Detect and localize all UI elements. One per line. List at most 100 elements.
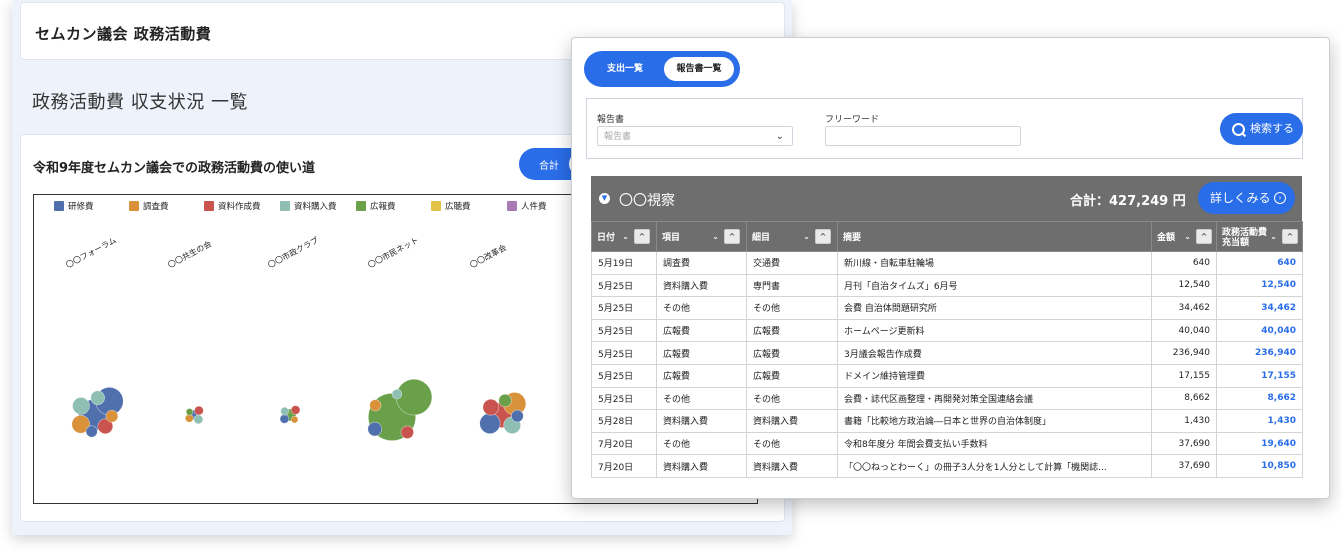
bubble[interactable]	[395, 378, 433, 416]
group-total: 合計：427,249 円	[1070, 194, 1186, 209]
cell-summary: 会費・誌代区画整理・再開発対策全国連絡会議	[837, 386, 1152, 411]
cell-date: 5月25日	[591, 296, 657, 320]
cell-amount: 640	[1151, 251, 1217, 275]
cell-allocated: 8,662	[1216, 386, 1303, 411]
cell-summary: 新川線・自転車駐輪場	[837, 251, 1152, 275]
bubble[interactable]	[369, 399, 382, 412]
chevron-down-icon[interactable]: ▼	[599, 193, 610, 204]
col-amount-header[interactable]: 金額 ⌄ ^	[1151, 221, 1217, 252]
cell-summary: 書籍「比較地方政治論―日本と世界の自治体制度」	[837, 409, 1152, 433]
bubble[interactable]	[290, 405, 301, 415]
col-summary-label: 摘要	[843, 233, 862, 243]
tab-report-list[interactable]: 報告書一覧	[664, 57, 734, 81]
sort-up-icon[interactable]: ^	[1196, 229, 1212, 244]
table-row[interactable]: 5月25日 資料購入費 専門書 月刊「自治タイムズ」6月号 12,540 12,540	[591, 273, 1303, 298]
table-row[interactable]: 5月25日 広報費 広報費 3月議会報告作成費 236,940 236,940	[591, 341, 1303, 365]
cell-subitem: 資料購入費	[746, 409, 838, 433]
detail-button-label: 詳しくみる	[1210, 191, 1271, 205]
detail-button[interactable]: 詳しくみる ›	[1198, 182, 1295, 214]
chevron-down-icon: ⌄	[803, 232, 810, 241]
col-item-header[interactable]: 項目 ⌄ ^	[656, 221, 747, 252]
table-row[interactable]: 5月25日 その他 その他 会費 自治体問題研究所 34,462 34,462	[591, 296, 1303, 320]
sort-up-icon[interactable]: ^	[815, 229, 831, 244]
cell-date: 7月20日	[591, 454, 657, 478]
report-select[interactable]: 報告書 ⌄	[597, 126, 793, 146]
bubble[interactable]	[185, 408, 194, 416]
table-row[interactable]: 5月25日 広報費 広報費 ドメイン維持管理費 17,155 17,155	[591, 363, 1303, 388]
sort-control[interactable]: ⌄ ^	[712, 229, 740, 244]
cell-allocated: 1,430	[1216, 409, 1303, 433]
cell-date: 5月25日	[591, 318, 657, 343]
cell-item: その他	[656, 431, 747, 456]
table-row[interactable]: 7月20日 その他 その他 令和8年度分 年間会費支払い手数料 37,690 19,640	[591, 431, 1303, 456]
sort-control[interactable]: ⌄ ^	[1184, 229, 1212, 244]
table-row[interactable]: 5月25日 その他 その他 会費・誌代区画整理・再開発対策全国連絡会議 8,662 8,6…	[591, 386, 1303, 411]
cell-item: 広報費	[656, 318, 747, 343]
bubble[interactable]	[391, 388, 403, 400]
expense-list-window: 支出一覧 報告書一覧 報告書 報告書 ⌄ フリーワード 検索する ▼ 〇〇視察 …	[571, 37, 1330, 499]
table-row[interactable]: 7月20日 資料購入費 資料購入費 「〇〇ねっとわーく」の冊子3人分を1人分として計算…	[591, 454, 1303, 478]
search-button[interactable]: 検索する	[1220, 113, 1303, 145]
cell-date: 5月25日	[591, 386, 657, 411]
cell-date: 5月25日	[591, 363, 657, 388]
cell-allocated: 236,940	[1216, 341, 1303, 365]
sort-up-icon[interactable]: ^	[724, 229, 740, 244]
cell-amount: 17,155	[1151, 363, 1217, 388]
col-subitem-header[interactable]: 細目 ⌄ ^	[746, 221, 838, 252]
bubble[interactable]	[193, 414, 204, 425]
cell-allocated: 17,155	[1216, 363, 1303, 388]
cell-subitem: 広報費	[746, 341, 838, 365]
cell-summary: ドメイン維持管理費	[837, 363, 1152, 388]
cell-item: その他	[656, 386, 747, 411]
report-label: 報告書	[597, 115, 625, 125]
sort-control[interactable]: ⌄ ^	[1270, 229, 1298, 244]
bubble[interactable]	[194, 405, 204, 416]
bubble[interactable]	[105, 409, 119, 423]
table-row[interactable]: 5月19日 調査費 交通費 新川線・自転車駐輪場 640 640	[591, 251, 1303, 275]
bubble[interactable]	[279, 414, 290, 424]
table-row[interactable]: 5月25日 広報費 広報費 ホームページ更新料 40,040 40,040	[591, 318, 1303, 343]
col-date-label: 日付	[597, 233, 616, 243]
cell-amount: 8,662	[1151, 386, 1217, 411]
cell-subitem: 広報費	[746, 318, 838, 343]
sort-up-icon[interactable]: ^	[1282, 229, 1298, 244]
bubble[interactable]	[72, 397, 90, 415]
bubble[interactable]	[482, 398, 500, 416]
bubble[interactable]	[498, 393, 512, 408]
cell-allocated: 640	[1216, 251, 1303, 275]
bubble[interactable]	[367, 421, 382, 437]
col-subitem-label: 細目	[752, 233, 771, 243]
bubble[interactable]	[90, 390, 105, 405]
keyword-input[interactable]	[825, 126, 1021, 146]
sort-control[interactable]: ⌄ ^	[803, 229, 831, 244]
tab-expense-list[interactable]: 支出一覧	[590, 57, 660, 81]
filter-panel: 報告書 報告書 ⌄ フリーワード 検索する	[586, 98, 1303, 159]
cell-amount: 37,690	[1151, 431, 1217, 456]
cell-subitem: 交通費	[746, 251, 838, 275]
cell-subitem: その他	[746, 386, 838, 411]
cell-subitem: その他	[746, 296, 838, 320]
cell-allocated: 12,540	[1216, 273, 1303, 298]
cell-date: 5月25日	[591, 341, 657, 365]
cell-subitem: 専門書	[746, 273, 838, 298]
chart-card-title: 令和9年度セムカン議会での政務活動費の使い道	[33, 161, 316, 176]
col-allocated-header[interactable]: 政務活動費 充当額 ⌄ ^	[1216, 221, 1303, 252]
bubble[interactable]	[400, 425, 414, 439]
view-tabs: 支出一覧 報告書一覧	[584, 51, 740, 87]
cell-summary: 「〇〇ねっとわーく」の冊子3人分を1人分として計算「機関誌...	[837, 454, 1152, 478]
cell-date: 5月25日	[591, 273, 657, 298]
search-icon	[1232, 123, 1245, 136]
cell-item: 広報費	[656, 363, 747, 388]
bubble[interactable]	[511, 409, 524, 423]
bubble[interactable]	[85, 425, 98, 438]
bubble[interactable]	[280, 406, 289, 416]
bubble[interactable]	[479, 412, 501, 434]
group-header: ▼ 〇〇視察 合計：427,249 円 詳しくみる ›	[591, 176, 1302, 221]
sort-up-icon[interactable]: ^	[634, 229, 650, 244]
cell-summary: 月刊「自治タイムズ」6月号	[837, 273, 1152, 298]
col-date-header[interactable]: 日付 ⌄ ^	[591, 221, 657, 252]
sort-control[interactable]: ⌄ ^	[622, 229, 650, 244]
bubble[interactable]	[290, 415, 299, 424]
cell-subitem: 広報費	[746, 363, 838, 388]
table-row[interactable]: 5月28日 資料購入費 資料購入費 書籍「比較地方政治論―日本と世界の自治体制度」 1,…	[591, 409, 1303, 433]
